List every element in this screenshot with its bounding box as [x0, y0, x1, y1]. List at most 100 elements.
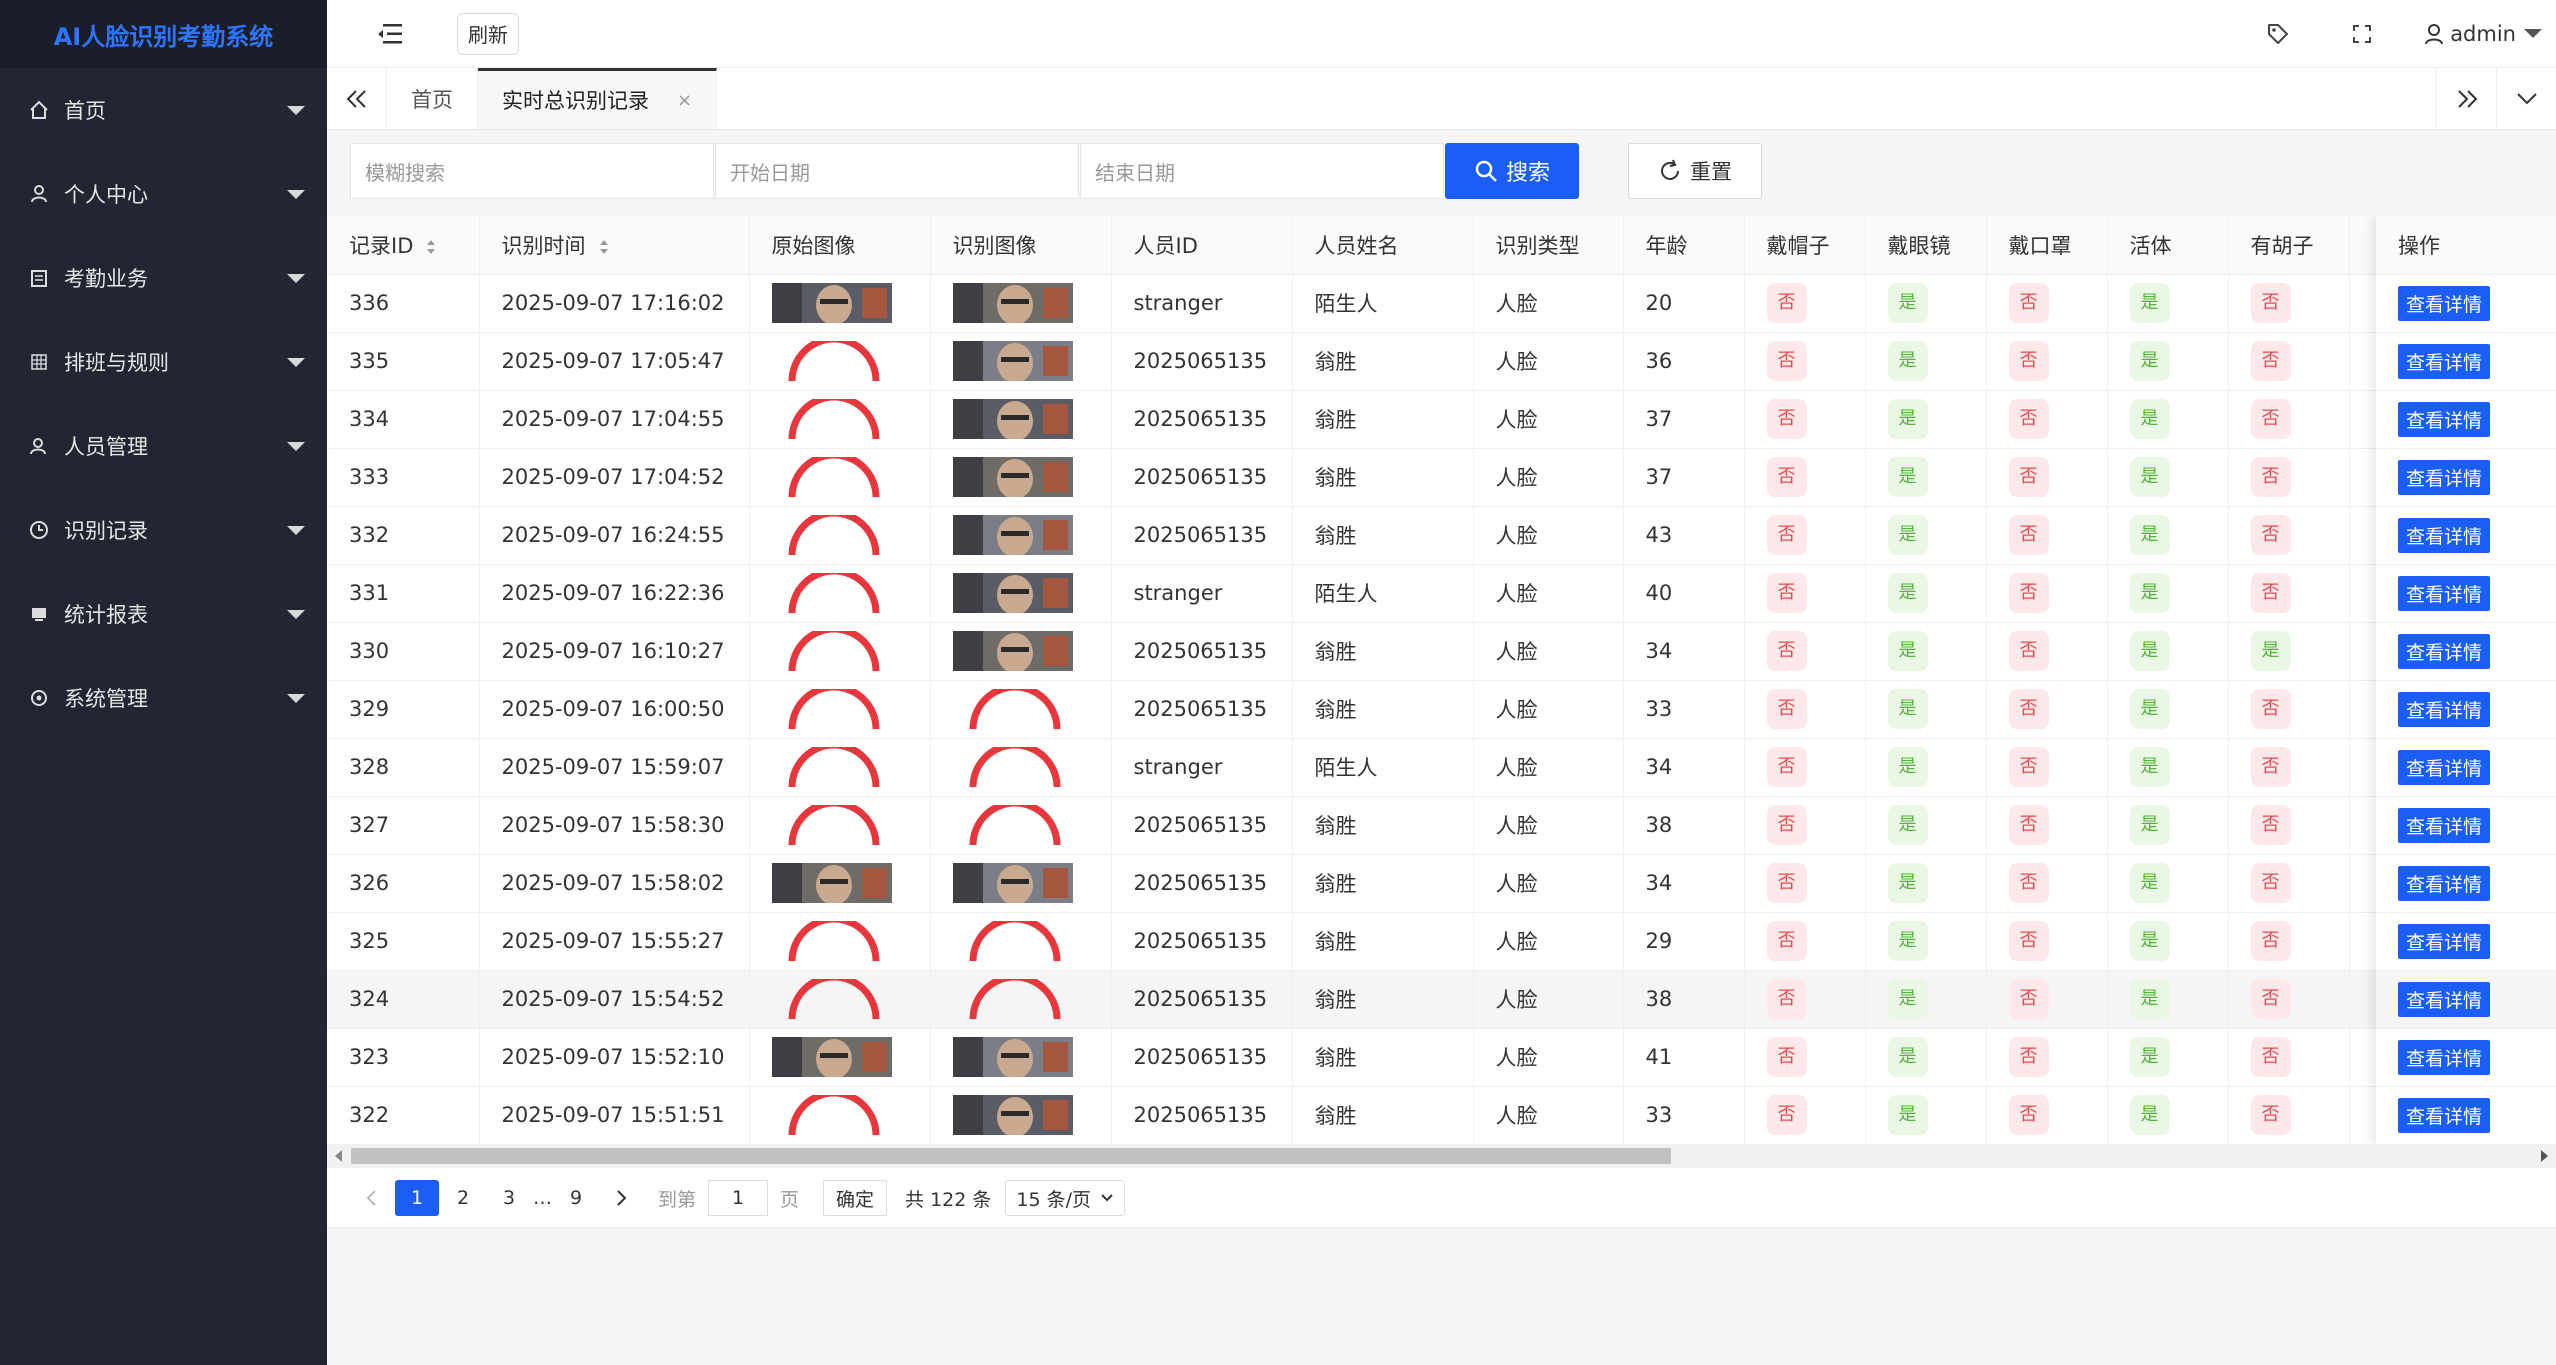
goto-page-input[interactable]: 1 [708, 1180, 769, 1216]
face-image-thumbnail[interactable] [952, 341, 1073, 381]
face-image-thumbnail[interactable] [952, 573, 1073, 613]
table-row[interactable]: 323 2025-09-07 15:52:10 2025065135 翁胜 人脸 41 否 是… [327, 1028, 2556, 1086]
sidebar-item-1[interactable]: 个人中心 [0, 152, 327, 236]
face-image-thumbnail[interactable] [952, 631, 1073, 671]
tab-realtime-records[interactable]: 实时总识别记录 × [478, 68, 718, 129]
yes-badge: 是 [1887, 689, 1928, 729]
tag-icon[interactable] [2256, 12, 2300, 56]
table-row[interactable]: 330 2025-09-07 16:10:27 2025065135 翁胜 人脸 34 否 是… [327, 622, 2556, 680]
face-image-thumbnail[interactable] [952, 515, 1073, 555]
view-details-button[interactable]: 查看详情 [2398, 1040, 2491, 1075]
face-image-thumbnail[interactable] [952, 863, 1073, 903]
view-details-button[interactable]: 查看详情 [2398, 518, 2491, 553]
view-details-button[interactable]: 查看详情 [2398, 808, 2491, 843]
table-row[interactable]: 333 2025-09-07 17:04:52 2025065135 翁胜 人脸 37 否 是… [327, 448, 2556, 506]
fullscreen-icon[interactable] [2340, 12, 2384, 56]
page-button[interactable]: 1 [395, 1180, 439, 1216]
sidebar-item-3[interactable]: 排班与规则 [0, 320, 327, 404]
original-image-cell [749, 970, 931, 1028]
next-page-button[interactable] [600, 1180, 644, 1216]
table-row[interactable]: 327 2025-09-07 15:58:30 2025065135 翁胜 人脸 38 否 是… [327, 796, 2556, 854]
sidebar-item-7[interactable]: 系统管理 [0, 656, 327, 740]
sidebar-item-2[interactable]: 考勤业务 [0, 236, 327, 320]
loading-spinner-icon [788, 457, 879, 497]
refresh-button[interactable]: 刷新 [457, 12, 519, 55]
sidebar-item-5[interactable]: 识别记录 [0, 488, 327, 572]
record-id-cell: 336 [327, 274, 480, 332]
table-row[interactable]: 325 2025-09-07 15:55:27 2025065135 翁胜 人脸 29 否 是… [327, 912, 2556, 970]
sort-icon[interactable] [425, 238, 437, 256]
table-row[interactable]: 331 2025-09-07 16:22:36 stranger 陌生人 人脸 40 否 是 否… [327, 564, 2556, 622]
face-image-thumbnail[interactable] [952, 283, 1073, 323]
page-button[interactable]: 2 [441, 1180, 485, 1216]
tabs-scroll-right-button[interactable] [2436, 68, 2496, 129]
face-image-thumbnail[interactable] [952, 1095, 1073, 1136]
scrollbar-thumb[interactable] [351, 1148, 1671, 1164]
view-details-button[interactable]: 查看详情 [2398, 1098, 2491, 1133]
column-header[interactable]: 识别时间 [479, 216, 750, 274]
view-details-button[interactable]: 查看详情 [2398, 750, 2491, 785]
table-row[interactable]: 328 2025-09-07 15:59:07 stranger 陌生人 人脸 34 否 是 否… [327, 738, 2556, 796]
face-image-thumbnail[interactable] [771, 1037, 892, 1077]
glasses-cell: 是 [1865, 1028, 1987, 1086]
view-details-button[interactable]: 查看详情 [2398, 634, 2491, 669]
person-name-cell: 陌生人 [1292, 738, 1474, 796]
face-image-thumbnail[interactable] [771, 863, 892, 903]
table-row[interactable]: 332 2025-09-07 16:24:55 2025065135 翁胜 人脸 43 否 是… [327, 506, 2556, 564]
view-details-button[interactable]: 查看详情 [2398, 402, 2491, 437]
table-row[interactable]: 335 2025-09-07 17:05:47 2025065135 翁胜 人脸 36 否 是… [327, 332, 2556, 390]
end-date-input[interactable]: 结束日期 [1080, 143, 1444, 199]
keyword-search-input[interactable]: 模糊搜索 [350, 143, 714, 199]
recognized-image-cell [930, 680, 1112, 738]
view-details-button[interactable]: 查看详情 [2398, 344, 2491, 379]
page-button[interactable]: 3 [487, 1180, 531, 1216]
view-details-button[interactable]: 查看详情 [2398, 460, 2491, 495]
view-details-button[interactable]: 查看详情 [2398, 576, 2491, 611]
user-menu[interactable]: admin [2424, 22, 2542, 46]
prev-page-button[interactable] [349, 1180, 393, 1216]
page-button[interactable]: 9 [554, 1180, 598, 1216]
view-details-button[interactable]: 查看详情 [2398, 692, 2491, 727]
table-row[interactable]: 326 2025-09-07 15:58:02 2025065135 翁胜 人脸 34 否 是… [327, 854, 2556, 912]
caret-down-icon [287, 189, 305, 199]
tabs-scroll-left-button[interactable] [327, 68, 387, 129]
sidebar: AI人脸识别考勤系统 首页 个人中心 考勤业务 排班与规则 人员管理 识别记录 统计报表 系统… [0, 0, 327, 1365]
live-cell: 是 [2107, 912, 2229, 970]
no-badge: 否 [1766, 457, 1807, 497]
recognition-type-cell: 人脸 [1473, 564, 1624, 622]
table-body: 336 2025-09-07 17:16:02 stranger 陌生人 人脸 20 否是否… [327, 274, 2556, 1144]
collapse-menu-button[interactable] [365, 9, 415, 59]
loading-spinner-icon [788, 689, 879, 729]
table-row[interactable]: 324 2025-09-07 15:54:52 2025065135 翁胜 人脸 38 否 是… [327, 970, 2556, 1028]
sidebar-item-4[interactable]: 人员管理 [0, 404, 327, 488]
total-count: 共 122 条 [905, 1188, 992, 1211]
start-date-input[interactable]: 开始日期 [715, 143, 1079, 199]
horizontal-scrollbar[interactable] [327, 1144, 2556, 1168]
search-button[interactable]: 搜索 [1445, 143, 1579, 199]
view-details-button[interactable]: 查看详情 [2398, 924, 2491, 959]
goto-confirm-button[interactable]: 确定 [823, 1180, 888, 1216]
sort-icon[interactable] [598, 238, 610, 256]
reset-button[interactable]: 重置 [1628, 143, 1762, 199]
table-row[interactable]: 322 2025-09-07 15:51:51 2025065135 翁胜 人脸 33 否 是… [327, 1086, 2556, 1144]
face-image-thumbnail[interactable] [952, 457, 1073, 497]
table-row[interactable]: 336 2025-09-07 17:16:02 stranger 陌生人 人脸 20 否 是 否… [327, 274, 2556, 332]
close-icon[interactable]: × [677, 90, 692, 111]
table-row[interactable]: 334 2025-09-07 17:04:55 2025065135 翁胜 人脸 37 否 是… [327, 390, 2556, 448]
view-details-button[interactable]: 查看详情 [2398, 982, 2491, 1017]
sidebar-item-0[interactable]: 首页 [0, 68, 327, 152]
face-image-thumbnail[interactable] [771, 283, 892, 323]
face-image-thumbnail[interactable] [952, 399, 1073, 439]
face-image-thumbnail[interactable] [952, 1037, 1073, 1077]
hat-cell: 否 [1744, 390, 1866, 448]
scroll-left-arrow-icon[interactable] [335, 1150, 342, 1162]
tabs-dropdown-button[interactable] [2496, 68, 2556, 129]
scroll-right-arrow-icon[interactable] [2541, 1150, 2548, 1162]
table-row[interactable]: 329 2025-09-07 16:00:50 2025065135 翁胜 人脸 33 否 是… [327, 680, 2556, 738]
page-size-select[interactable]: 15 条/页 [1005, 1180, 1126, 1216]
column-header[interactable]: 记录ID [327, 216, 480, 274]
view-details-button[interactable]: 查看详情 [2398, 286, 2491, 321]
sidebar-item-6[interactable]: 统计报表 [0, 572, 327, 656]
view-details-button[interactable]: 查看详情 [2398, 866, 2491, 901]
tab-home[interactable]: 首页 [387, 68, 478, 129]
